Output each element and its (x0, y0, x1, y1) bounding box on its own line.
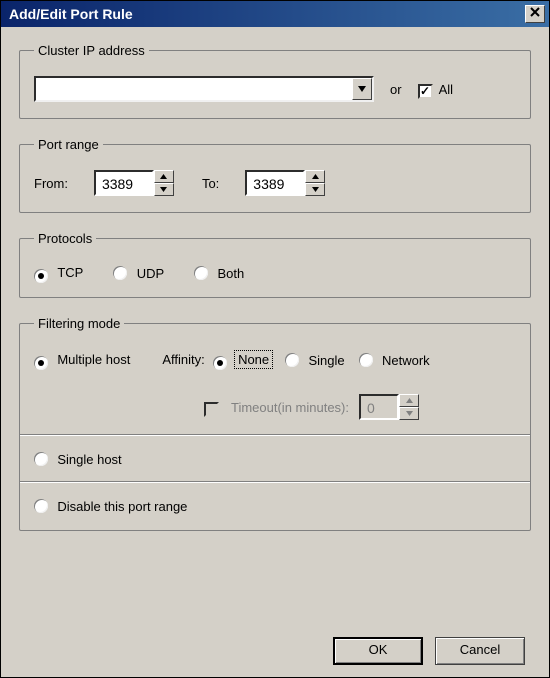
ok-button[interactable]: OK (333, 637, 423, 665)
timeout-spin-buttons (399, 394, 419, 420)
udp-option[interactable]: UDP (113, 264, 164, 281)
affinity-label: Affinity: (162, 352, 204, 367)
affinity-none-label: None (236, 352, 271, 367)
from-spinner[interactable]: 3389 (94, 170, 174, 196)
all-checkbox[interactable] (418, 84, 433, 99)
cluster-ip-group: Cluster IP address or All (19, 43, 531, 119)
cluster-ip-dropdown[interactable] (34, 76, 374, 102)
disable-option[interactable]: Disable this port range (34, 497, 187, 514)
timeout-spin-down (399, 407, 419, 420)
both-option[interactable]: Both (194, 264, 244, 281)
port-range-group: Port range From: 3389 To: 3389 (19, 137, 531, 213)
affinity-single-radio[interactable] (285, 353, 299, 367)
from-spin-buttons (154, 170, 174, 196)
disable-radio[interactable] (34, 499, 48, 513)
from-label: From: (34, 176, 68, 191)
udp-label: UDP (137, 266, 164, 281)
multiple-host-radio[interactable] (34, 356, 48, 370)
to-spin-down[interactable] (305, 183, 325, 196)
single-host-label: Single host (57, 452, 121, 467)
affinity-network-option[interactable]: Network (359, 351, 444, 368)
or-label: or (390, 82, 402, 97)
single-host-row: Single host (34, 450, 516, 467)
window-title: Add/Edit Port Rule (9, 6, 525, 22)
port-range-legend: Port range (34, 137, 103, 152)
to-spin-up[interactable] (305, 170, 325, 183)
timeout-label: Timeout(in minutes): (231, 400, 349, 415)
both-radio[interactable] (194, 266, 208, 280)
filtering-inner: Multiple host Affinity: None Single (34, 349, 516, 514)
tcp-option[interactable]: TCP (34, 265, 83, 281)
timeout-spin-up (399, 394, 419, 407)
protocols-legend: Protocols (34, 231, 96, 246)
timeout-row: Timeout(in minutes): 0 (34, 394, 516, 420)
from-value[interactable]: 3389 (94, 170, 154, 196)
affinity-network-label: Network (382, 353, 430, 368)
from-spin-up[interactable] (154, 170, 174, 183)
single-host-option[interactable]: Single host (34, 450, 122, 467)
affinity-none-radio[interactable] (213, 356, 227, 370)
affinity-none-option[interactable]: None (213, 352, 285, 368)
cluster-ip-legend: Cluster IP address (34, 43, 149, 58)
from-spin-down[interactable] (154, 183, 174, 196)
timeout-value: 0 (359, 394, 399, 420)
protocols-row: TCP UDP Both (34, 264, 516, 281)
all-label: All (439, 82, 453, 97)
affinity-network-radio[interactable] (359, 353, 373, 367)
udp-radio[interactable] (113, 266, 127, 280)
multiple-host-label: Multiple host (57, 352, 130, 367)
cluster-ip-value (36, 78, 352, 100)
disable-row: Disable this port range (34, 497, 516, 514)
to-value[interactable]: 3389 (245, 170, 305, 196)
port-range-row: From: 3389 To: 3389 (34, 170, 516, 196)
to-label: To: (202, 176, 219, 191)
tcp-radio[interactable] (34, 269, 48, 283)
cancel-button[interactable]: Cancel (435, 637, 525, 665)
divider-1 (20, 434, 530, 436)
cluster-ip-row: or All (34, 76, 516, 102)
close-button[interactable] (525, 5, 545, 23)
multiple-host-option[interactable]: Multiple host (34, 352, 130, 368)
to-spinner[interactable]: 3389 (245, 170, 325, 196)
timeout-checkbox (204, 402, 219, 417)
disable-label: Disable this port range (57, 499, 187, 514)
dialog-window: Add/Edit Port Rule Cluster IP address or… (0, 0, 550, 678)
single-host-radio[interactable] (34, 452, 48, 466)
affinity-single-option[interactable]: Single (285, 351, 358, 368)
client-area: Cluster IP address or All Port range Fro… (1, 27, 549, 677)
filtering-mode-legend: Filtering mode (34, 316, 124, 331)
protocols-group: Protocols TCP UDP Both (19, 231, 531, 298)
affinity-single-label: Single (308, 353, 344, 368)
to-spin-buttons (305, 170, 325, 196)
tcp-label: TCP (57, 265, 83, 280)
affinity-group: Affinity: None Single Network (162, 351, 443, 368)
dropdown-arrow-button[interactable] (352, 78, 372, 100)
multiple-host-row: Multiple host Affinity: None Single (34, 351, 516, 368)
filtering-mode-group: Filtering mode Multiple host Affinity: N… (19, 316, 531, 531)
timeout-spinner: 0 (359, 394, 419, 420)
divider-2 (20, 481, 530, 483)
title-bar: Add/Edit Port Rule (1, 1, 549, 27)
dialog-buttons: OK Cancel (19, 633, 531, 665)
both-label: Both (217, 266, 244, 281)
